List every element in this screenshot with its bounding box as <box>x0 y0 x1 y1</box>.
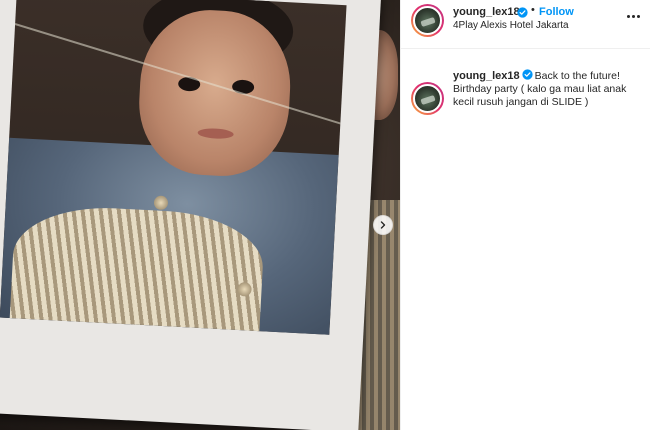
follow-button[interactable]: Follow <box>539 6 574 18</box>
child-face <box>135 6 294 180</box>
more-options-icon[interactable] <box>623 8 643 24</box>
verified-badge-icon <box>517 7 528 18</box>
polaroid-frame <box>0 0 382 430</box>
post-media[interactable] <box>0 0 400 430</box>
separator-dot: • <box>531 4 535 16</box>
caption-body: young_lex18 Back to the future! Birthday… <box>453 68 643 109</box>
avatar[interactable] <box>411 4 444 37</box>
carousel-next-button[interactable] <box>373 215 393 235</box>
post-header: young_lex18 • Follow 4Play Alexis Hotel … <box>401 0 650 49</box>
caption-avatar[interactable] <box>411 82 444 115</box>
chevron-right-icon <box>380 221 386 229</box>
post-sidebar: young_lex18 • Follow 4Play Alexis Hotel … <box>400 0 650 430</box>
child-photo <box>0 0 347 335</box>
verified-badge-icon <box>522 69 533 80</box>
caption-username[interactable]: young_lex18 <box>453 70 520 82</box>
location-link[interactable]: 4Play Alexis Hotel Jakarta <box>453 20 569 31</box>
header-username[interactable]: young_lex18 <box>453 6 520 18</box>
